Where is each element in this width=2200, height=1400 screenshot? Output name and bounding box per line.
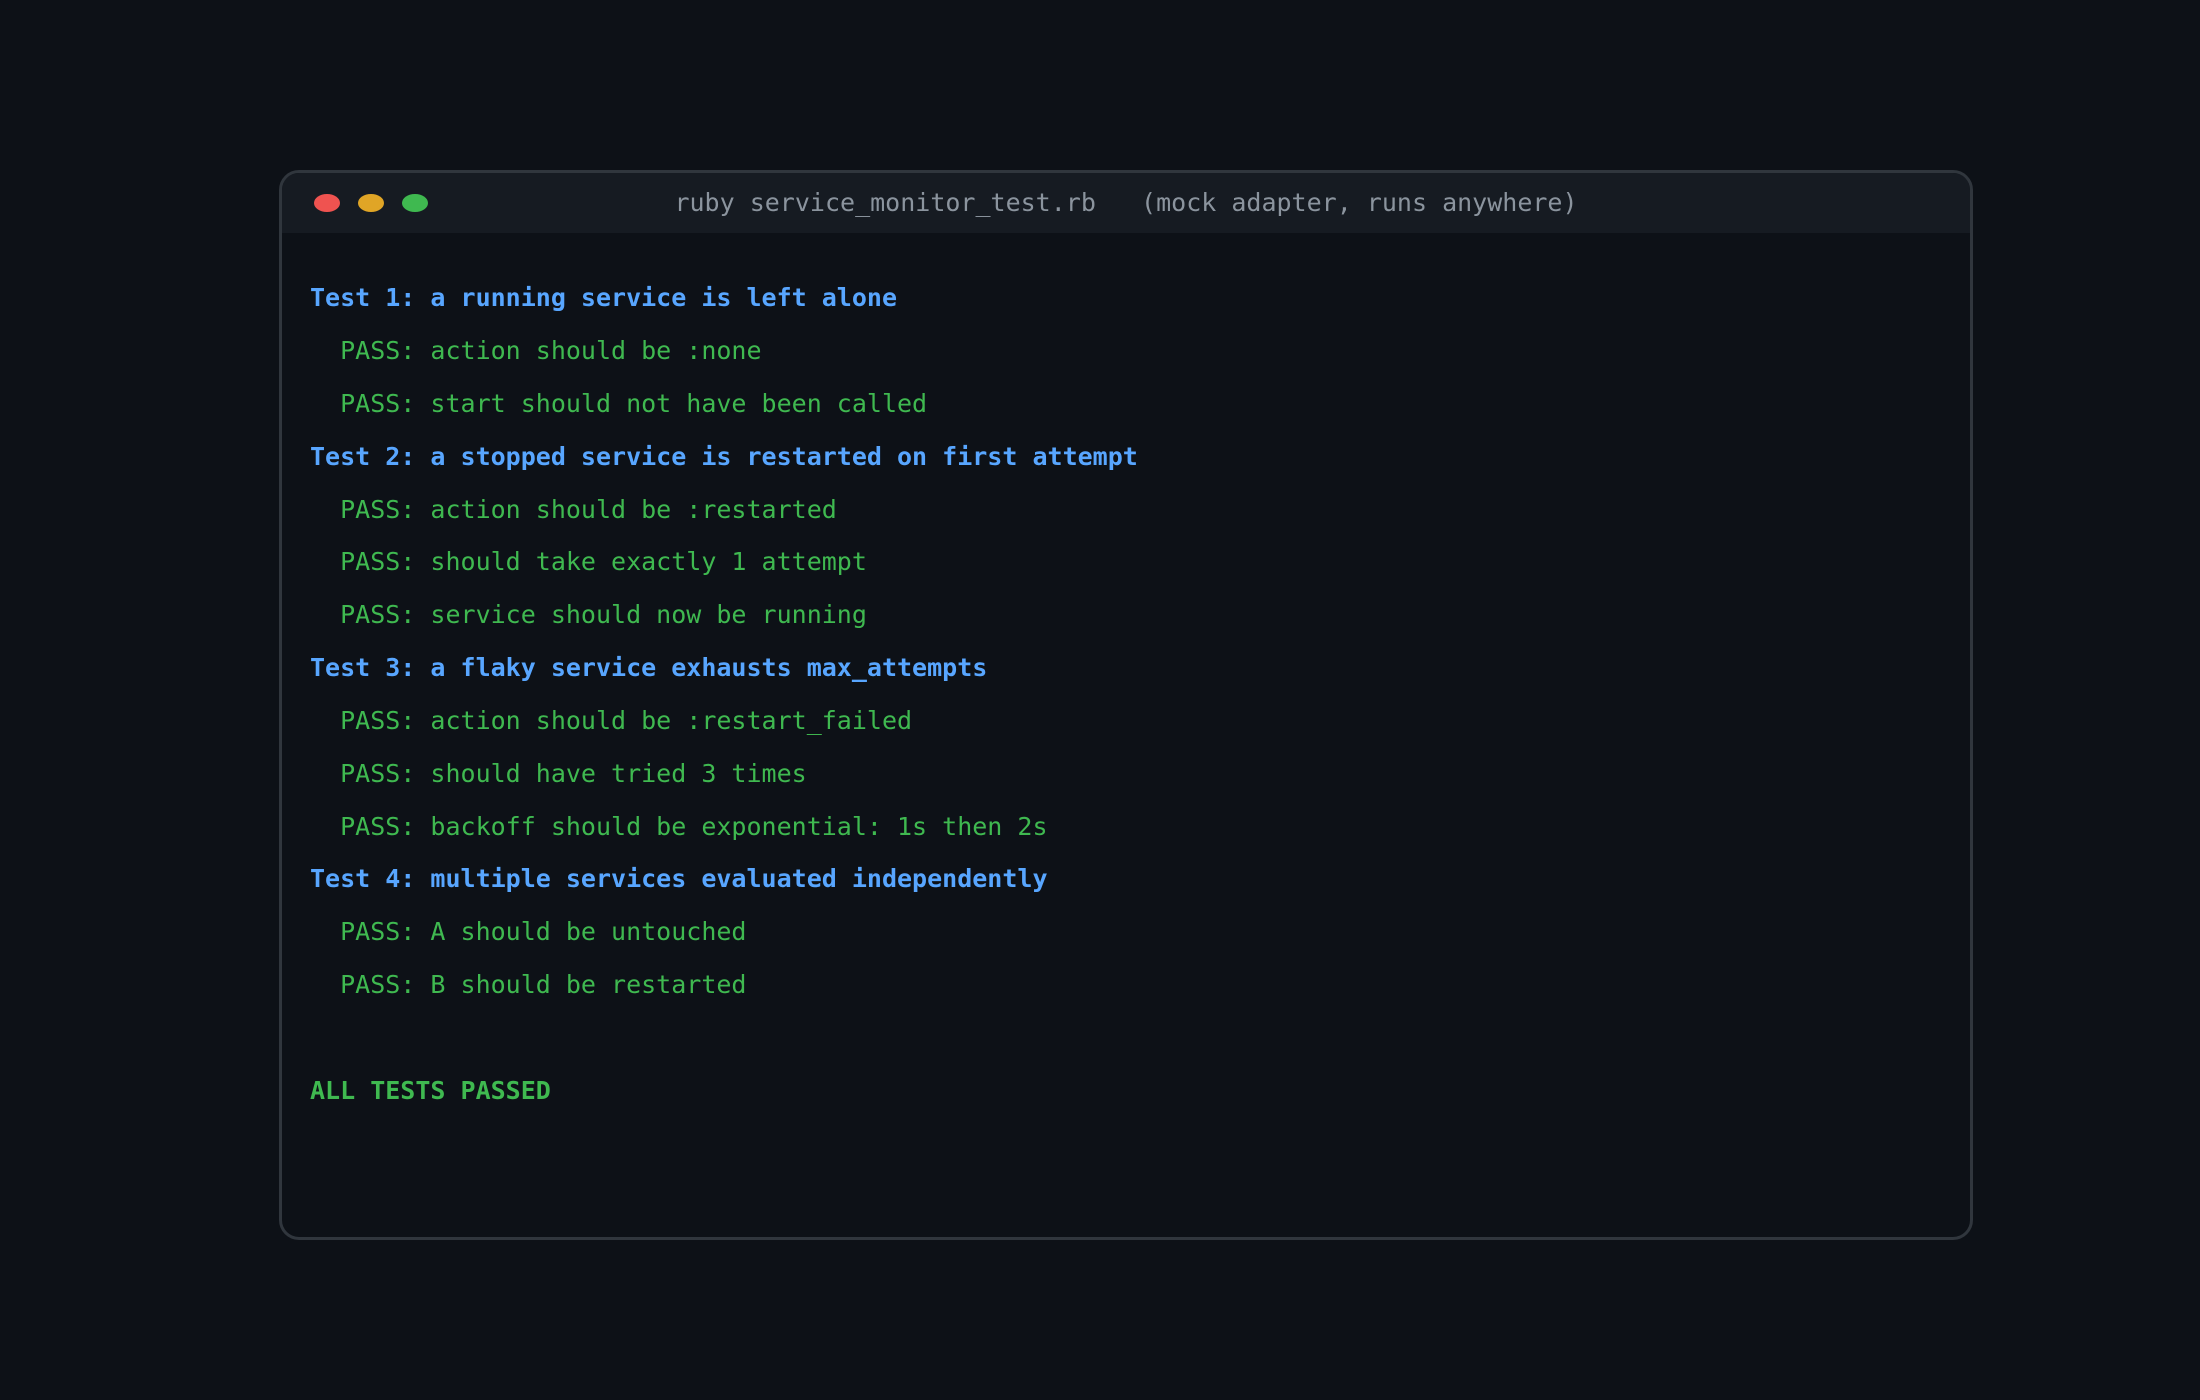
test-header: Test 4: multiple services evaluated inde… <box>310 864 1048 893</box>
test-header: Test 3: a flaky service exhausts max_att… <box>310 653 988 682</box>
title-bar: ruby service_monitor_test.rb (mock adapt… <box>282 173 1970 233</box>
terminal-window: ruby service_monitor_test.rb (mock adapt… <box>279 170 1973 1240</box>
test-result-line: PASS: A should be untouched <box>310 917 747 946</box>
test-result-line: PASS: backoff should be exponential: 1s … <box>310 812 1048 841</box>
test-result-line: PASS: should have tried 3 times <box>310 759 807 788</box>
terminal-output: Test 1: a running service is left alone … <box>282 233 1970 1105</box>
test-header: Test 2: a stopped service is restarted o… <box>310 442 1138 471</box>
test-result-line: PASS: should take exactly 1 attempt <box>310 547 867 576</box>
test-result-line: PASS: action should be :restart_failed <box>310 706 913 735</box>
test-result-line: PASS: action should be :restarted <box>310 495 837 524</box>
summary-line: ALL TESTS PASSED <box>310 1076 551 1105</box>
test-result-line: PASS: action should be :none <box>310 336 762 365</box>
test-result-line: PASS: B should be restarted <box>310 970 747 999</box>
test-header: Test 1: a running service is left alone <box>310 283 897 312</box>
test-result-line: PASS: start should not have been called <box>310 389 928 418</box>
window-title: ruby service_monitor_test.rb (mock adapt… <box>674 188 1578 217</box>
test-result-line: PASS: service should now be running <box>310 600 867 629</box>
